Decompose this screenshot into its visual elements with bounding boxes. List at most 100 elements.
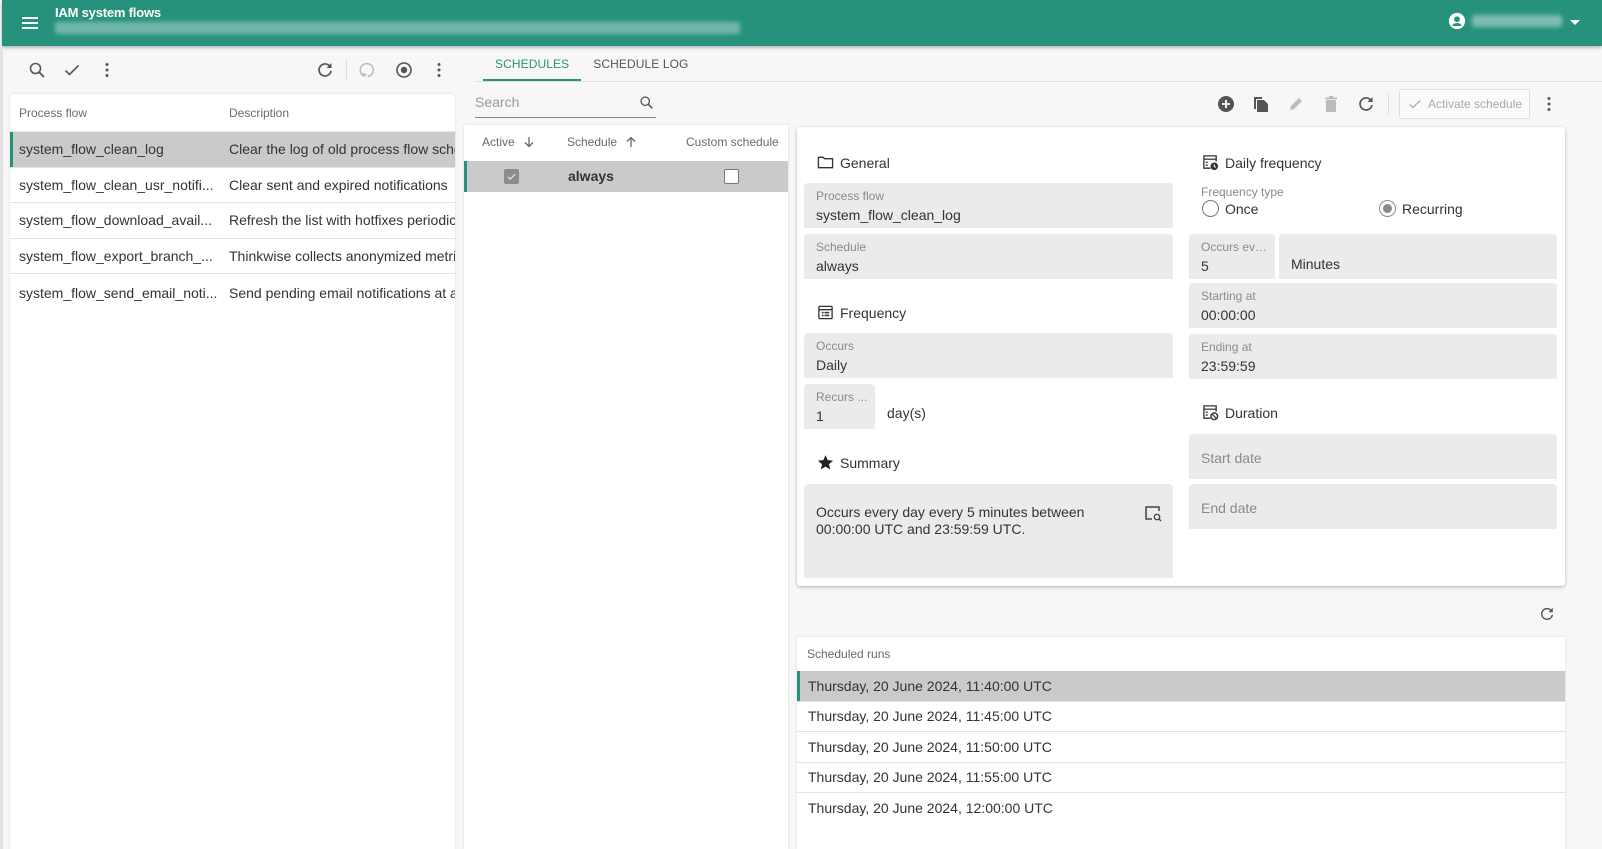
search-icon[interactable] [26,59,48,81]
radio-label: Once [1225,200,1259,217]
folder-icon [817,156,834,169]
tabs-divider [475,81,1602,82]
table-row[interactable]: system_flow_download_avail... Refresh th… [10,203,455,239]
star-icon [817,455,834,470]
field-placeholder: End date [1201,500,1258,516]
cell-schedule: always [568,168,614,184]
app-title: IAM system flows [55,5,161,20]
activate-schedule-label: Activate schedule [1428,97,1523,111]
column-header-custom-schedule[interactable]: Custom schedule [686,135,779,149]
section-title: Summary [840,454,900,471]
calendar-duration-icon [1203,405,1219,421]
column-header-active[interactable]: Active [482,135,535,149]
field-label: Starting at [1201,289,1256,303]
delete-icon[interactable] [1320,93,1342,115]
end-date-field[interactable]: End date [1189,484,1557,529]
more-vert-icon[interactable] [428,59,450,81]
section-general: General [817,154,890,171]
chevron-down-icon[interactable] [1570,20,1580,25]
table-row[interactable]: system_flow_send_email_noti... Send pend… [10,274,455,311]
add-circle-icon[interactable] [1215,93,1237,115]
active-checkbox[interactable] [504,169,519,184]
radio-button[interactable] [1379,200,1396,217]
starting-at-field[interactable]: Starting at 00:00:00 [1189,283,1557,328]
cell-process-flow: system_flow_clean_usr_notifi... [19,176,214,193]
start-date-field[interactable]: Start date [1189,434,1557,479]
section-duration: Duration [1202,404,1278,421]
list-item[interactable]: Thursday, 20 June 2024, 12:00:00 UTC [797,793,1565,824]
radio-recurring[interactable]: Recurring [1379,200,1463,217]
column-header-description[interactable]: Description [229,106,289,120]
tab-schedules[interactable]: SCHEDULES [483,48,582,81]
column-header-process-flow[interactable]: Process flow [10,106,229,120]
section-title: General [840,154,890,171]
restart-icon[interactable] [357,59,379,81]
menu-icon[interactable] [20,13,40,33]
toolbar-divider [346,59,347,81]
check-icon[interactable] [61,59,83,81]
stop-circle-icon[interactable] [393,59,415,81]
calendar-clock-icon [1203,155,1219,171]
account-icon [1448,12,1466,30]
arrow-down-icon [524,137,534,148]
arrow-up-icon [626,136,636,147]
frequency-type-label: Frequency type [1201,185,1284,199]
radio-once[interactable]: Once [1202,200,1258,217]
process-flow-field[interactable]: Process flow system_flow_clean_log [804,183,1173,228]
list-item[interactable]: Thursday, 20 June 2024, 11:45:00 UTC [797,702,1565,732]
cell-description: Thinkwise collects anonymized metri [229,247,455,264]
list-item[interactable]: Thursday, 20 June 2024, 11:55:00 UTC [797,763,1565,793]
recurs-every-field[interactable]: Recurs ... 1 [804,384,875,429]
ending-at-field[interactable]: Ending at 23:59:59 [1189,334,1557,379]
summary-field: Occurs every day every 5 minutes between… [804,484,1173,578]
list-item[interactable]: Thursday, 20 June 2024, 11:40:00 UTC [797,671,1565,702]
field-placeholder: Start date [1201,450,1262,466]
activate-schedule-button[interactable]: Activate schedule [1399,89,1530,119]
more-vert-icon[interactable] [96,59,118,81]
edit-icon[interactable] [1285,93,1307,115]
section-title: Daily frequency [1225,154,1322,171]
scheduled-runs-grid: Scheduled runs Thursday, 20 June 2024, 1… [797,637,1565,849]
column-header-scheduled-runs[interactable]: Scheduled runs [797,637,1565,671]
cell-process-flow: system_flow_send_email_noti... [19,284,218,301]
custom-schedule-checkbox[interactable] [724,169,739,184]
field-label: Occurs eve... [1201,240,1269,254]
schedule-field[interactable]: Schedule always [804,234,1173,279]
field-value: 5 [1201,258,1209,274]
table-row[interactable]: system_flow_clean_log Clear the log of o… [10,132,455,168]
field-value: system_flow_clean_log [816,207,961,223]
occurs-every-unit-field[interactable]: Minutes [1279,234,1557,279]
refresh-icon[interactable] [314,59,336,81]
section-frequency: Frequency [817,304,906,321]
radio-button[interactable] [1202,200,1219,217]
table-row[interactable]: system_flow_clean_usr_notifi... Clear se… [10,168,455,203]
process-flow-toolbar [10,54,460,88]
occurs-field[interactable]: Occurs Daily [804,333,1173,378]
refresh-icon[interactable] [1536,603,1558,625]
occurs-every-field[interactable]: Occurs eve... 5 [1189,234,1275,279]
cell-process-flow: system_flow_export_branch_... [19,247,213,264]
more-vert-icon[interactable] [1538,93,1560,115]
column-header-schedule[interactable]: Schedule [567,135,637,149]
schedule-search [475,90,656,118]
table-row[interactable]: system_flow_export_branch_... Thinkwise … [10,239,455,274]
field-label: Schedule [816,240,867,254]
grid-header: Active Schedule Custom schedule [464,125,788,160]
grid-header: Process flow Description [10,94,455,132]
search-input[interactable] [475,94,625,110]
field-value: 1 [816,408,824,424]
schedule-toolbar: Activate schedule [1210,88,1602,120]
check-icon [507,173,516,181]
user-menu[interactable] [1448,12,1562,30]
refresh-icon[interactable] [1355,93,1377,115]
tab-schedule-log[interactable]: SCHEDULE LOG [581,48,700,81]
preview-search-icon[interactable] [1144,504,1162,527]
column-label: Active [482,135,515,149]
search-icon[interactable] [639,95,654,115]
schedules-grid: Active Schedule Custom schedule always [464,125,788,849]
field-value: 23:59:59 [1201,358,1256,374]
field-label: Ending at [1201,340,1252,354]
table-row[interactable]: always [464,161,788,192]
copy-icon[interactable] [1250,93,1272,115]
list-item[interactable]: Thursday, 20 June 2024, 11:50:00 UTC [797,732,1565,763]
